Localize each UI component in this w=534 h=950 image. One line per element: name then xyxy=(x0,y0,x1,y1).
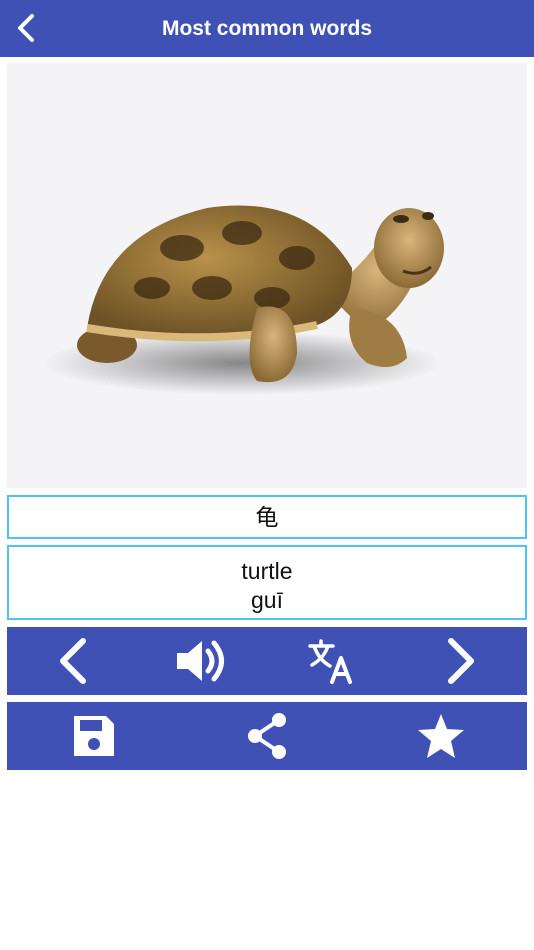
favorite-button[interactable] xyxy=(401,702,481,770)
translation-box: turtle guī xyxy=(7,545,527,620)
share-icon xyxy=(248,713,286,759)
turtle-illustration xyxy=(42,205,444,395)
previous-icon xyxy=(60,638,86,684)
page-title: Most common words xyxy=(161,17,372,40)
app-header: Most common words xyxy=(0,0,534,57)
word-image xyxy=(7,63,527,488)
pinyin-text: guī xyxy=(251,587,283,613)
save-icon xyxy=(74,716,114,756)
speaker-button[interactable] xyxy=(162,627,242,695)
star-icon xyxy=(418,714,464,758)
share-button[interactable] xyxy=(227,702,307,770)
previous-button[interactable] xyxy=(33,627,113,695)
next-button[interactable] xyxy=(421,627,501,695)
translate-icon xyxy=(308,639,352,684)
chinese-word: 龟 xyxy=(7,495,527,539)
speaker-icon xyxy=(177,640,224,682)
actions-toolbar xyxy=(7,702,527,770)
navigation-toolbar xyxy=(7,627,527,695)
next-icon xyxy=(448,638,474,684)
translate-button[interactable] xyxy=(292,627,372,695)
save-button[interactable] xyxy=(54,702,134,770)
english-translation: turtle xyxy=(241,558,293,584)
